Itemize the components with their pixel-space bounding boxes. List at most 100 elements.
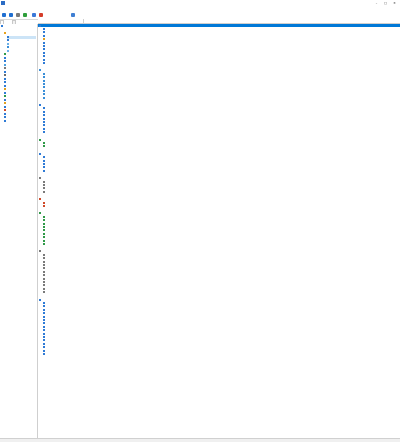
row-icon [43, 93, 45, 96]
row-icon [43, 308, 45, 311]
app-icon [1, 1, 5, 5]
tree-item-icon [4, 53, 6, 56]
row-icon [43, 162, 45, 165]
back-button[interactable] [1, 12, 7, 18]
refresh-icon [23, 13, 27, 17]
row-icon [43, 61, 45, 64]
tree-item-icon [1, 25, 3, 28]
details-row[interactable] [38, 291, 400, 294]
row-icon [43, 280, 45, 283]
row-icon [43, 48, 45, 51]
tree-item-icon [7, 42, 9, 45]
app-window: – □ ✕ [0, 0, 400, 442]
tree-item-icon [4, 56, 6, 59]
maximize-icon: □ [384, 1, 387, 5]
row-icon [43, 204, 45, 207]
arrow-up-icon [16, 13, 20, 17]
row-icon [43, 270, 45, 273]
section-icon [39, 69, 41, 72]
close-icon: ✕ [393, 1, 396, 5]
tree-item-icon [4, 60, 6, 63]
row-icon [43, 277, 45, 280]
row-icon [43, 44, 45, 47]
row-icon [43, 82, 45, 85]
row-icon [43, 114, 45, 117]
details-row[interactable] [38, 190, 400, 193]
row-icon [43, 124, 45, 127]
column-divider[interactable] [83, 19, 84, 23]
refresh-button[interactable] [22, 12, 28, 18]
row-icon [43, 76, 45, 79]
row-icon [43, 232, 45, 235]
row-icon [43, 239, 45, 242]
row-icon [43, 41, 45, 44]
row-icon [43, 301, 45, 304]
row-icon [43, 127, 45, 130]
tree-item-icon [4, 91, 6, 94]
up-button[interactable] [15, 12, 21, 18]
row-icon [43, 260, 45, 263]
row-icon [43, 156, 45, 159]
row-icon [43, 51, 45, 54]
tree-item-icon [7, 46, 9, 49]
tree-item[interactable] [4, 119, 36, 123]
tree-item-icon [4, 109, 6, 112]
section-icon [39, 298, 41, 301]
row-icon [43, 187, 45, 190]
details-panel [38, 19, 400, 438]
tree-item-icon [4, 95, 6, 98]
section-icon [39, 177, 41, 180]
user-button[interactable] [31, 12, 37, 18]
row-icon [43, 332, 45, 335]
tree-item-icon [4, 84, 6, 87]
report-button[interactable] [70, 12, 76, 18]
row-icon [43, 339, 45, 342]
tree-item-icon [4, 105, 6, 108]
row-icon [43, 117, 45, 120]
row-icon [43, 225, 45, 228]
section-icon [39, 103, 41, 106]
row-icon [43, 284, 45, 287]
row-icon [43, 166, 45, 169]
details-row[interactable] [38, 145, 400, 148]
row-icon [43, 58, 45, 61]
details-row[interactable] [38, 96, 400, 99]
row-icon [43, 79, 45, 82]
row-icon [43, 131, 45, 134]
tree-item-icon [7, 49, 9, 52]
tree-item-icon [4, 74, 6, 77]
details-row[interactable] [38, 61, 400, 64]
arrow-right-icon [9, 13, 13, 17]
row-icon [43, 141, 45, 144]
row-icon [43, 322, 45, 325]
row-icon [43, 96, 45, 99]
details-row[interactable] [38, 204, 400, 207]
row-icon [43, 145, 45, 148]
row-icon [43, 180, 45, 183]
report-icon [71, 13, 75, 17]
row-icon [43, 287, 45, 290]
details-list [38, 24, 400, 438]
minimize-icon: – [375, 1, 378, 5]
chart-button[interactable] [38, 12, 44, 18]
row-icon [43, 229, 45, 232]
forward-button[interactable] [8, 12, 14, 18]
row-icon [43, 159, 45, 162]
row-icon [43, 110, 45, 113]
section-icon [39, 198, 41, 201]
tree-item-icon [4, 116, 6, 119]
details-row[interactable] [38, 169, 400, 172]
section-icon [39, 152, 41, 155]
row-icon [43, 55, 45, 58]
row-icon [43, 312, 45, 315]
row-icon [43, 352, 45, 355]
details-row[interactable] [38, 131, 400, 134]
status-bar [0, 438, 400, 442]
tree-item-icon [4, 28, 6, 31]
user-icon [32, 13, 36, 17]
row-icon [43, 305, 45, 308]
row-icon [43, 219, 45, 222]
tree-item-icon [4, 70, 6, 73]
details-row[interactable] [38, 242, 400, 245]
details-row[interactable] [38, 352, 400, 355]
